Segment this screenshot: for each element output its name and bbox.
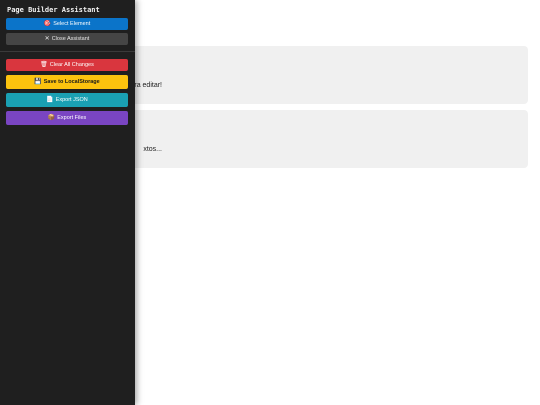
panel-title: Page Builder Assistant: [7, 6, 100, 14]
package-icon: 📦: [47, 115, 56, 121]
export-json-label: Export JSON: [55, 97, 88, 103]
export-files-label: Export Files: [57, 115, 87, 121]
save-to-localstorage-button[interactable]: 💾 Save to LocalStorage: [6, 75, 128, 89]
save-to-localstorage-label: Save to LocalStorage: [43, 79, 100, 85]
close-icon: ✕: [44, 36, 50, 42]
export-files-button[interactable]: 📦 Export Files: [6, 111, 128, 125]
close-assistant-button[interactable]: ✕ Close Assistant: [6, 33, 128, 45]
trash-icon: 🗑: [40, 62, 48, 68]
page-builder-assistant-panel: Page Builder Assistant 🎯 Select Element …: [0, 0, 135, 405]
panel-divider: [0, 51, 135, 52]
export-json-button[interactable]: 📄 Export JSON: [6, 93, 128, 107]
document-icon: 📄: [46, 97, 54, 103]
clear-all-changes-button[interactable]: 🗑 Clear All Changes: [6, 59, 128, 71]
floppy-disk-icon: 💾: [34, 79, 42, 85]
target-icon: 🎯: [43, 21, 52, 27]
select-element-button[interactable]: 🎯 Select Element: [6, 18, 128, 30]
close-assistant-label: Close Assistant: [51, 36, 90, 42]
select-element-label: Select Element: [53, 21, 91, 27]
clear-all-changes-label: Clear All Changes: [49, 62, 94, 68]
